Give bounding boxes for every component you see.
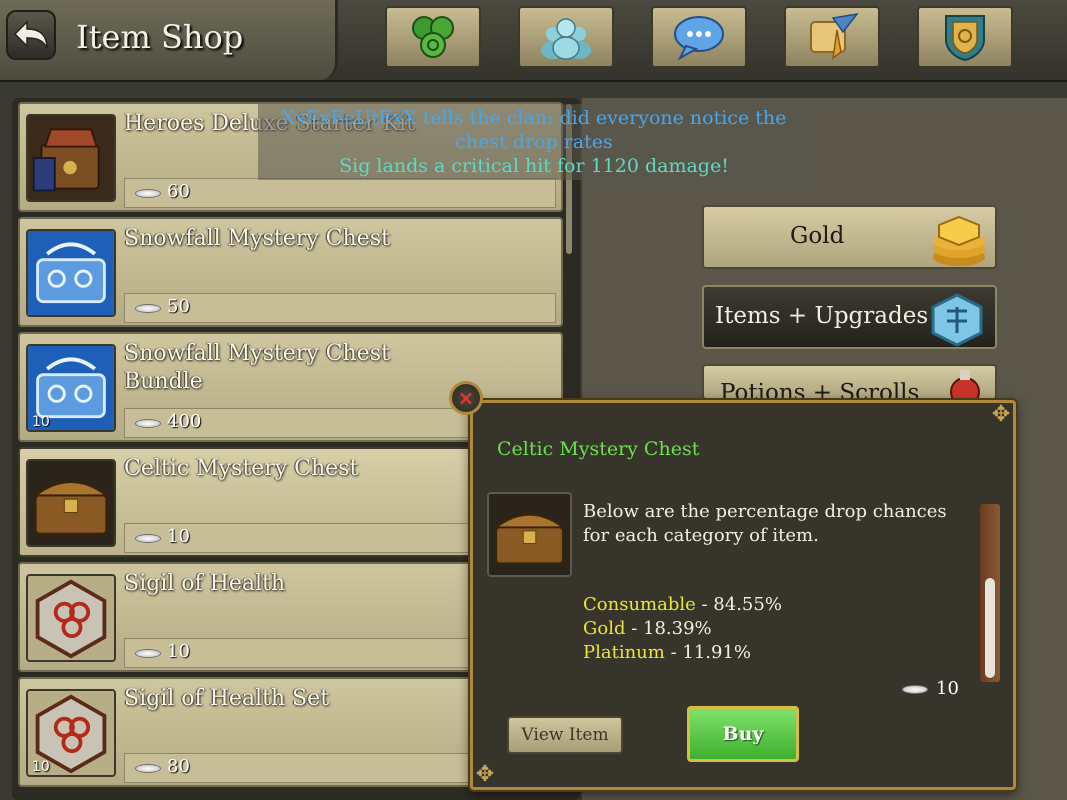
chat-overlay: XxExEcUtExX tells the clan: did everyone… xyxy=(258,104,810,180)
drop-rate-row: Platinum - 11.91% xyxy=(583,642,752,663)
quantity-badge: 10 xyxy=(32,759,50,775)
clan-icon xyxy=(541,18,591,60)
category-potions-scrolls-button[interactable]: Potions + Scrolls xyxy=(702,364,997,400)
chat-combat-message: Sig lands a critical hit for 1120 damage… xyxy=(339,155,729,177)
potion-icon xyxy=(950,370,980,398)
item-price: 60 xyxy=(167,181,190,202)
drop-percent: 84.55% xyxy=(713,594,782,615)
item-name: Sigil of Health xyxy=(124,571,286,596)
drop-percent: 11.91% xyxy=(682,642,752,663)
quantity-badge: 10 xyxy=(32,414,50,430)
snowfall-chest-icon: 10 xyxy=(26,344,116,432)
popup-scroll-thumb[interactable] xyxy=(985,578,995,678)
category-gold-button[interactable]: Gold xyxy=(702,205,997,269)
page-title: Item Shop xyxy=(76,18,244,56)
nav-chat-button[interactable] xyxy=(651,6,747,68)
chat-clan-message: XxExEcUtExX tells the clan: did everyone… xyxy=(281,107,787,129)
item-name: Snowfall Mystery Chest Bundle xyxy=(124,341,390,394)
triskele-icon xyxy=(412,16,454,58)
sigil-icon: 10 xyxy=(26,689,116,777)
category-label: Gold xyxy=(790,223,845,249)
platinum-coin-icon xyxy=(135,764,161,773)
chat-bubble-icon xyxy=(674,16,724,61)
category-label: Items + Upgrades xyxy=(715,303,929,329)
nav-triskele-button[interactable] xyxy=(385,6,481,68)
gold-stack-icon xyxy=(933,215,985,266)
starter-kit-icon xyxy=(26,114,116,202)
corner-ornament-icon: ✥ xyxy=(475,762,495,787)
shield-emblem-icon xyxy=(945,15,985,62)
item-price: 10 xyxy=(167,641,190,662)
snowfall-chest-icon xyxy=(26,229,116,317)
drop-rate-list: Consumable - 84.55% Gold - 18.39% Platin… xyxy=(583,593,782,665)
celtic-chest-icon xyxy=(26,459,116,547)
shop-item-snowfall-mystery-chest[interactable]: Snowfall Mystery Chest 50 xyxy=(18,217,563,327)
item-name: Sigil of Health Set xyxy=(124,686,329,711)
popup-price: 10 xyxy=(936,678,959,699)
sigil-icon xyxy=(26,574,116,662)
corner-ornament-icon: ✥ xyxy=(991,402,1011,427)
drop-category: Gold xyxy=(583,618,626,639)
nav-quest-button[interactable] xyxy=(784,6,880,68)
item-price: 50 xyxy=(167,296,190,317)
platinum-coin-icon xyxy=(135,189,161,198)
platinum-coin-icon xyxy=(135,419,161,428)
item-price: 10 xyxy=(167,526,190,547)
item-price-bar: 50 xyxy=(124,293,556,323)
quest-scroll-icon xyxy=(810,12,859,60)
popup-description: Below are the percentage drop chances fo… xyxy=(583,501,947,546)
back-arrow-icon xyxy=(13,20,48,49)
view-item-button[interactable]: View Item xyxy=(507,716,623,754)
category-items-upgrades-button[interactable]: Items + Upgrades xyxy=(702,285,997,349)
platinum-coin-icon xyxy=(135,304,161,313)
close-button[interactable]: × xyxy=(449,381,483,415)
item-price: 80 xyxy=(167,756,190,777)
celtic-chest-icon xyxy=(487,492,572,577)
rune-stone-icon xyxy=(931,293,983,347)
platinum-coin-icon xyxy=(135,649,161,658)
platinum-coin-icon xyxy=(902,685,928,694)
drop-rate-row: Consumable - 84.55% xyxy=(583,594,782,615)
category-label: Potions + Scrolls xyxy=(720,380,920,400)
item-price-bar: 60 xyxy=(124,178,556,208)
nav-clan-button[interactable] xyxy=(518,6,614,68)
item-price: 400 xyxy=(167,411,202,432)
drop-rate-row: Gold - 18.39% xyxy=(583,618,712,639)
popup-title: Celtic Mystery Chest xyxy=(497,438,700,460)
item-name: Snowfall Mystery Chest xyxy=(124,226,390,251)
buy-button[interactable]: Buy xyxy=(687,706,799,762)
drop-category: Platinum xyxy=(583,642,665,663)
chat-clan-message-cont: chest drop rates xyxy=(455,131,613,153)
drop-percent: 18.39% xyxy=(643,618,712,639)
platinum-coin-icon xyxy=(135,534,161,543)
back-button[interactable] xyxy=(6,10,56,60)
header-bar: Item Shop xyxy=(0,0,1067,82)
drop-category: Consumable xyxy=(583,594,696,615)
title-plate: Item Shop xyxy=(0,0,338,80)
nav-emblem-button[interactable] xyxy=(917,6,1013,68)
item-name: Celtic Mystery Chest xyxy=(124,456,359,481)
